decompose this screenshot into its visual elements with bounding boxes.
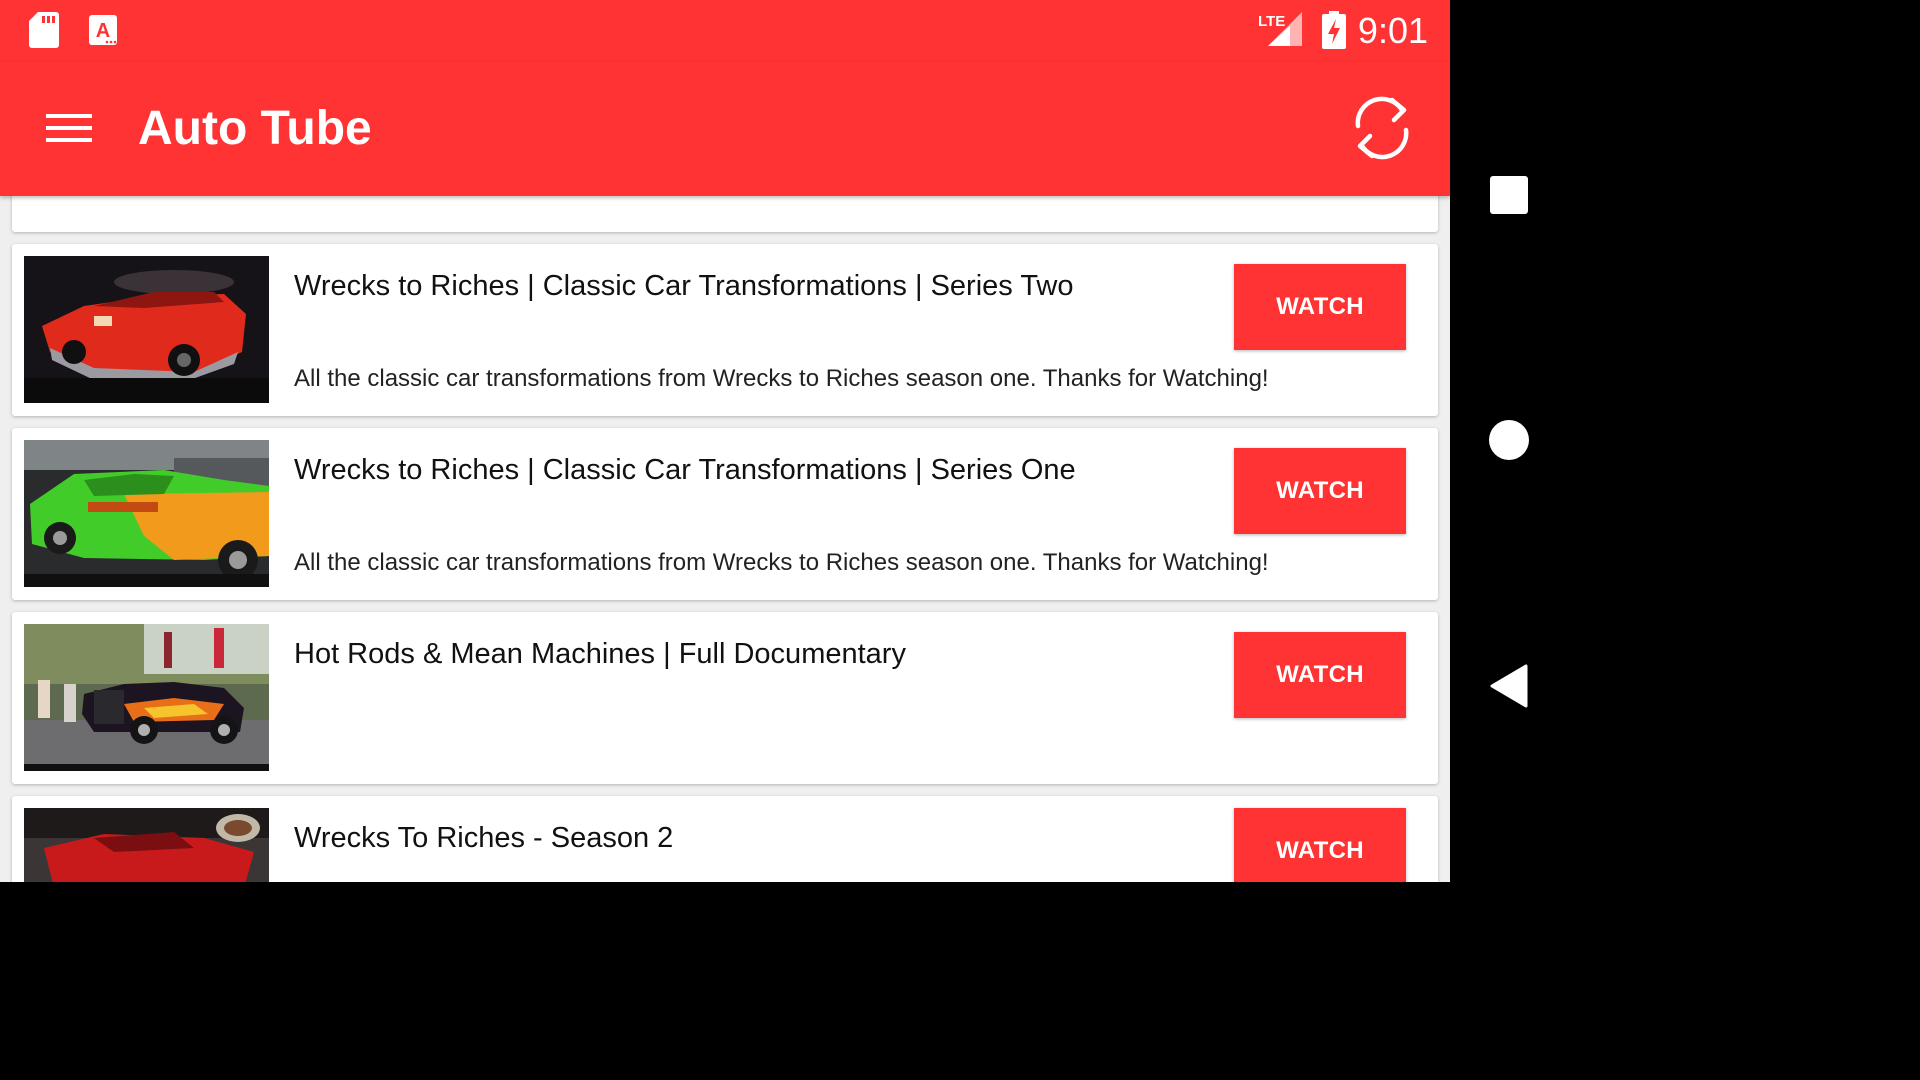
- app-screen: A LTE 9:01 Auto Tube Wrecks to Riches | …: [0, 0, 1450, 882]
- refresh-icon[interactable]: [1342, 88, 1422, 168]
- system-navigation-bar: [1450, 0, 1568, 882]
- video-description: All the classic car transformations from…: [294, 365, 1269, 392]
- video-title[interactable]: Wrecks To Riches - Season 2: [294, 820, 673, 856]
- home-icon[interactable]: [1489, 420, 1529, 460]
- video-card[interactable]: Wrecks to Riches | Classic Car Transform…: [12, 244, 1438, 416]
- watch-button[interactable]: WATCH: [1234, 448, 1406, 534]
- video-title[interactable]: Hot Rods & Mean Machines | Full Document…: [294, 636, 906, 672]
- video-list[interactable]: Wrecks to Riches | Classic Car Transform…: [0, 176, 1450, 882]
- video-thumbnail[interactable]: [24, 256, 269, 403]
- video-description: All the classic car transformations from…: [294, 549, 1269, 576]
- app-title: Auto Tube: [138, 102, 372, 155]
- video-title[interactable]: Wrecks to Riches | Classic Car Transform…: [294, 452, 1076, 488]
- video-card[interactable]: Wrecks to Riches | Classic Car Transform…: [12, 428, 1438, 600]
- lte-signal-icon: LTE: [1256, 10, 1304, 53]
- recents-icon[interactable]: [1490, 176, 1528, 214]
- video-card[interactable]: Hot Rods & Mean Machines | Full Document…: [12, 612, 1438, 784]
- status-clock: 9:01: [1357, 10, 1428, 51]
- watch-button[interactable]: WATCH: [1234, 632, 1406, 718]
- battery-charging-icon: [1322, 11, 1346, 54]
- hamburger-menu-icon[interactable]: [38, 102, 100, 152]
- video-thumbnail[interactable]: [24, 808, 269, 882]
- app-toolbar: Auto Tube: [0, 62, 1450, 196]
- lte-label: LTE: [1258, 13, 1285, 30]
- video-title[interactable]: Wrecks to Riches | Classic Car Transform…: [294, 268, 1074, 304]
- watch-button[interactable]: WATCH: [1234, 808, 1406, 882]
- a-notification-icon: A: [88, 14, 118, 51]
- video-thumbnail[interactable]: [24, 624, 269, 771]
- watch-button[interactable]: WATCH: [1234, 264, 1406, 350]
- video-card[interactable]: Wrecks To Riches - Season 2 WATCH: [12, 796, 1438, 882]
- sd-card-icon: [28, 12, 60, 53]
- video-thumbnail[interactable]: [24, 440, 269, 587]
- a-icon-letter: A: [96, 20, 110, 42]
- status-bar: A LTE 9:01: [0, 0, 1450, 62]
- back-icon[interactable]: [1490, 664, 1530, 713]
